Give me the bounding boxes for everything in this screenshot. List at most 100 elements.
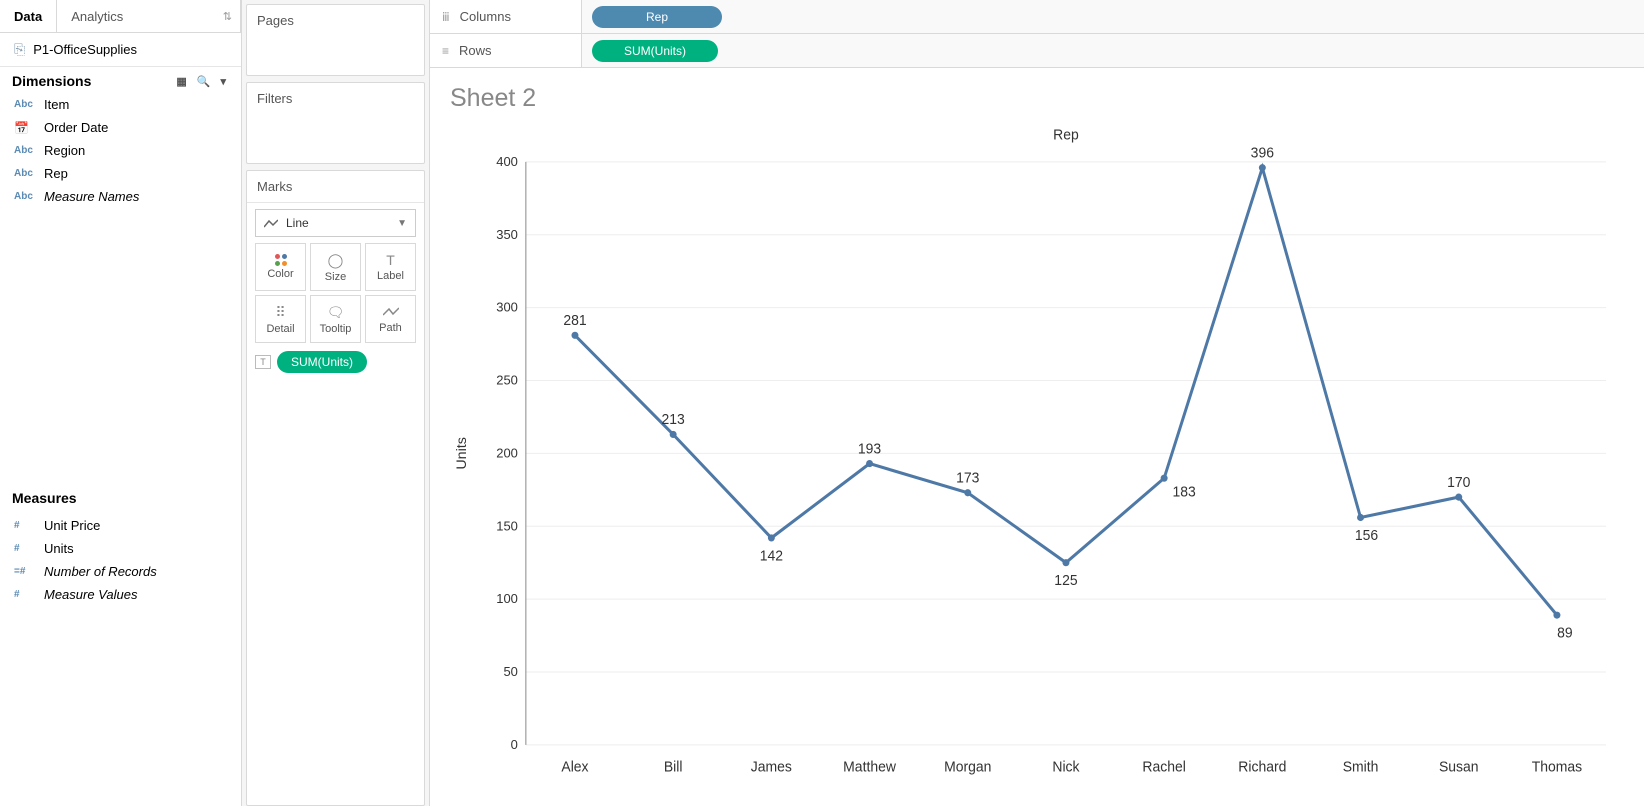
view-toggle-icon[interactable]: ▦: [173, 75, 189, 88]
svg-text:200: 200: [496, 445, 518, 460]
svg-text:142: 142: [760, 547, 783, 563]
label-target-icon: T: [255, 355, 271, 369]
rows-shelf-label: ≡ Rows: [430, 34, 582, 67]
svg-text:281: 281: [563, 312, 586, 328]
marks-grid: Color ◯Size TLabel ⠿Detail 🗨Tooltip Path: [247, 243, 424, 343]
dimensions-header: Dimensions ▦ 🔍 ▾: [0, 67, 241, 91]
marks-color[interactable]: Color: [255, 243, 306, 291]
tooltip-icon: 🗨: [327, 304, 345, 321]
svg-text:173: 173: [956, 469, 979, 485]
measures-header: Measures: [0, 484, 241, 512]
svg-text:Richard: Richard: [1238, 758, 1286, 774]
svg-text:89: 89: [1557, 625, 1573, 641]
svg-text:Rachel: Rachel: [1142, 758, 1185, 774]
dimensions-list: AbcItem 📅Order Date AbcRegion AbcRep Abc…: [0, 91, 241, 210]
svg-text:193: 193: [858, 440, 881, 456]
rows-shelf-body[interactable]: SUM(Units): [582, 34, 1644, 67]
svg-text:Units: Units: [453, 437, 469, 470]
svg-text:100: 100: [496, 591, 518, 606]
columns-shelf-body[interactable]: Rep: [582, 0, 1644, 33]
field-rep[interactable]: AbcRep: [0, 162, 241, 185]
svg-text:James: James: [751, 758, 792, 774]
columns-pill-rep[interactable]: Rep: [592, 6, 722, 28]
svg-text:Bill: Bill: [664, 758, 683, 774]
tab-analytics[interactable]: Analytics ⇅: [57, 0, 241, 32]
svg-text:300: 300: [496, 300, 518, 315]
label-pill[interactable]: SUM(Units): [277, 351, 367, 373]
field-measure-names[interactable]: AbcMeasure Names: [0, 185, 241, 208]
columns-icon: ⅲ: [442, 10, 450, 24]
marks-tooltip[interactable]: 🗨Tooltip: [310, 295, 361, 343]
data-source-name: P1-OfficeSupplies: [33, 42, 137, 57]
field-region[interactable]: AbcRegion: [0, 139, 241, 162]
svg-text:Susan: Susan: [1439, 758, 1479, 774]
marks-detail[interactable]: ⠿Detail: [255, 295, 306, 343]
mark-type-label: Line: [286, 216, 309, 230]
viz-area: Sheet 2 0 50 100 150 200 250 300 350 400 Rep Units…: [430, 68, 1644, 806]
dimensions-label: Dimensions: [12, 73, 91, 89]
svg-text:Smith: Smith: [1343, 758, 1379, 774]
rows-icon: ≡: [442, 44, 449, 58]
marks-label[interactable]: TLabel: [365, 243, 416, 291]
svg-text:Rep: Rep: [1053, 126, 1079, 142]
data-panel: Data Analytics ⇅ ⎘ P1-OfficeSupplies Dim…: [0, 0, 242, 806]
svg-text:396: 396: [1251, 144, 1274, 160]
svg-text:150: 150: [496, 518, 518, 533]
field-unit-price[interactable]: #Unit Price: [0, 514, 241, 537]
cards-panel: Pages Filters Marks Line ▼ Color ◯Size T…: [242, 0, 430, 806]
dimensions-tools: ▦ 🔍 ▾: [173, 75, 229, 88]
chevron-down-icon: ▼: [397, 218, 407, 229]
data-analytics-tabs: Data Analytics ⇅: [0, 0, 241, 33]
path-icon: [383, 304, 399, 320]
svg-text:0: 0: [511, 737, 518, 752]
svg-text:Matthew: Matthew: [843, 758, 897, 774]
field-units[interactable]: #Units: [0, 537, 241, 560]
line-mark-icon: [264, 218, 278, 228]
svg-text:170: 170: [1447, 474, 1470, 490]
svg-text:Nick: Nick: [1052, 758, 1080, 774]
main-view: ⅲ Columns Rep ≡ Rows SUM(Units) Sheet 2 …: [430, 0, 1644, 806]
svg-text:350: 350: [496, 227, 518, 242]
svg-text:183: 183: [1172, 483, 1195, 499]
field-order-date[interactable]: 📅Order Date: [0, 116, 241, 139]
mark-type-dropdown[interactable]: Line ▼: [255, 209, 416, 237]
data-source-row[interactable]: ⎘ P1-OfficeSupplies: [0, 33, 241, 67]
svg-text:50: 50: [503, 664, 517, 679]
svg-text:125: 125: [1054, 572, 1077, 588]
measures-list: #Unit Price #Units =#Number of Records #…: [0, 512, 241, 806]
marks-label-pill-row: T SUM(Units): [247, 343, 424, 381]
rows-shelf[interactable]: ≡ Rows SUM(Units): [430, 34, 1644, 68]
marks-path[interactable]: Path: [365, 295, 416, 343]
tab-sort-icon[interactable]: ⇅: [223, 10, 232, 23]
tab-analytics-label: Analytics: [71, 9, 123, 24]
pages-card[interactable]: Pages: [246, 4, 425, 76]
field-measure-values[interactable]: #Measure Values: [0, 583, 241, 606]
label-icon: T: [386, 252, 395, 268]
detail-icon: ⠿: [275, 304, 285, 321]
filters-card[interactable]: Filters: [246, 82, 425, 164]
svg-text:Alex: Alex: [561, 758, 588, 774]
data-source-icon: ⎘: [14, 41, 25, 58]
size-icon: ◯: [328, 252, 344, 269]
sheet-title[interactable]: Sheet 2: [448, 82, 1626, 121]
marks-size[interactable]: ◯Size: [310, 243, 361, 291]
svg-text:400: 400: [496, 154, 518, 169]
svg-text:250: 250: [496, 372, 518, 387]
marks-card: Marks Line ▼ Color ◯Size TLabel ⠿Detail …: [246, 170, 425, 806]
svg-text:Morgan: Morgan: [944, 758, 991, 774]
tab-data[interactable]: Data: [0, 0, 57, 32]
pages-label: Pages: [247, 5, 424, 36]
rows-pill-sum-units[interactable]: SUM(Units): [592, 40, 718, 62]
svg-text:Thomas: Thomas: [1532, 758, 1582, 774]
columns-shelf[interactable]: ⅲ Columns Rep: [430, 0, 1644, 34]
color-icon: [275, 254, 287, 266]
field-item[interactable]: AbcItem: [0, 93, 241, 116]
svg-text:156: 156: [1355, 527, 1378, 543]
line-chart[interactable]: 050100150200250300350400RepUnits281Alex2…: [448, 121, 1626, 796]
dimensions-menu-icon[interactable]: ▾: [217, 75, 229, 88]
marks-label: Marks: [247, 171, 424, 203]
search-icon[interactable]: 🔍: [194, 75, 214, 88]
columns-shelf-label: ⅲ Columns: [430, 0, 582, 33]
filters-label: Filters: [247, 83, 424, 114]
field-number-of-records[interactable]: =#Number of Records: [0, 560, 241, 583]
